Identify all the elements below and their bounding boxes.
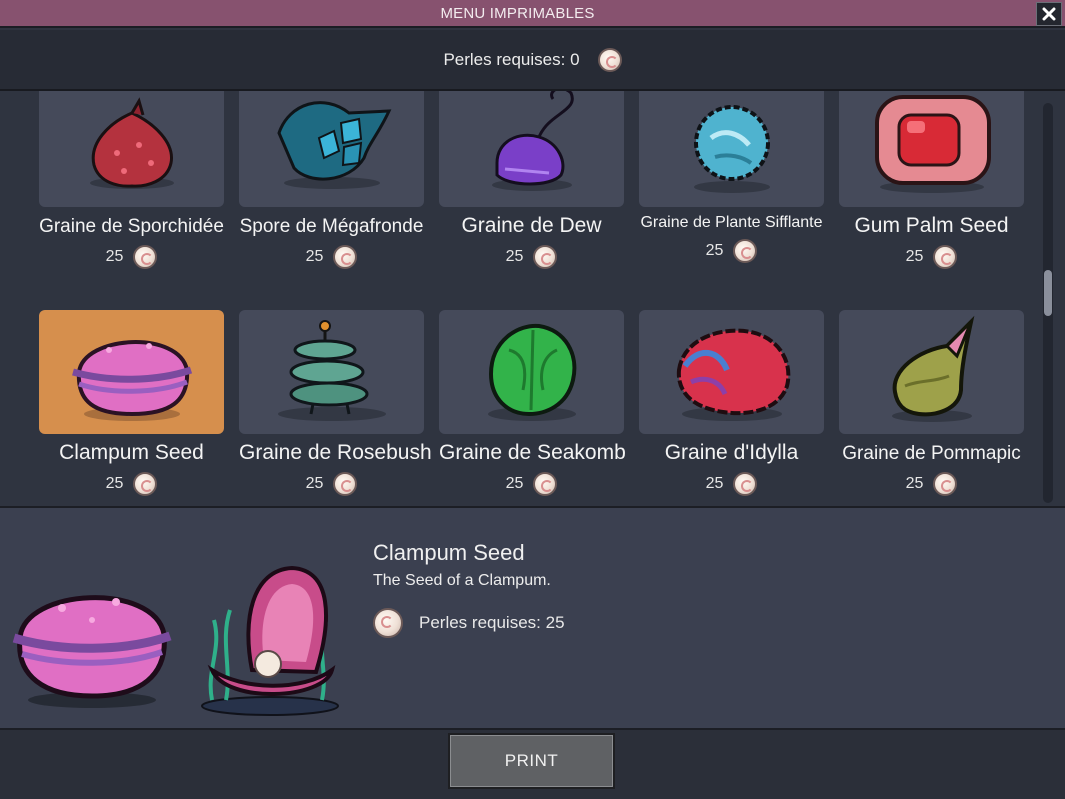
item-name: Gum Palm Seed	[854, 214, 1009, 237]
item-name: Graine de Sporchidée	[39, 216, 224, 237]
purple-dew-seed-icon	[492, 91, 574, 191]
pearls-required-label: Perles requises: 0	[443, 49, 580, 69]
close-button[interactable]	[1036, 2, 1062, 26]
details-cost: Perles requises: 25	[373, 608, 565, 638]
details-cost-label: Perles requises: 25	[419, 613, 565, 632]
pearl-icon	[373, 608, 403, 638]
item-name: Clampum Seed	[59, 441, 204, 464]
item-card[interactable]: Gum Palm Seed 25	[839, 91, 1024, 269]
item-cost-value: 25	[705, 475, 724, 492]
item-cost: 25	[239, 245, 424, 269]
details-item-description: The Seed of a Clampum.	[373, 572, 551, 589]
pearl-icon	[733, 472, 758, 496]
item-card[interactable]: Graine d'Idylla 25	[639, 310, 824, 496]
item-cost-value: 25	[905, 248, 924, 265]
pearl-icon	[133, 245, 158, 269]
item-tile[interactable]	[439, 91, 624, 207]
item-cost-value: 25	[505, 475, 524, 492]
item-tile[interactable]	[39, 310, 224, 434]
red-coral-seed-icon	[676, 328, 791, 421]
item-name: Graine de Plante Sifflante	[640, 214, 823, 231]
item-cost: 25	[439, 472, 624, 496]
pearl-icon	[533, 472, 558, 496]
item-cost-value: 25	[105, 475, 124, 492]
item-cost-value: 25	[305, 248, 324, 265]
pearl-icon	[933, 245, 958, 269]
window-title: MENU IMPRIMABLES	[440, 5, 595, 22]
item-name: Graine de Dew	[461, 214, 602, 237]
item-cost-value: 25	[505, 248, 524, 265]
pearl-icon	[133, 472, 158, 496]
item-card[interactable]: Graine de Seakomb 25	[439, 310, 626, 496]
blue-fuzzy-seed-icon	[694, 105, 770, 193]
pearl-icon	[933, 472, 958, 496]
pearl-icon	[533, 245, 558, 269]
red-cube-seed-icon	[875, 95, 991, 193]
item-tile[interactable]	[639, 310, 824, 434]
green-stacked-seed-icon	[278, 320, 386, 421]
pearl-icon	[733, 239, 758, 263]
item-cost-value: 25	[105, 248, 124, 265]
footer: PRINT	[0, 730, 1065, 799]
item-tile[interactable]	[639, 91, 824, 207]
pink-clam-seed-icon	[12, 595, 172, 708]
item-cost: 25	[439, 245, 624, 269]
item-card[interactable]: Graine de Rosebush 25	[239, 310, 432, 496]
blue-crystal-spore-icon	[277, 101, 392, 189]
print-button[interactable]: PRINT	[448, 733, 615, 789]
item-cost-value: 25	[305, 475, 324, 492]
item-cost-value: 25	[705, 242, 724, 259]
item-card[interactable]: Clampum Seed 25	[39, 310, 224, 496]
olive-horn-seed-icon	[892, 315, 975, 422]
clampum-plant-icon	[201, 565, 339, 716]
item-tile[interactable]	[839, 91, 1024, 207]
pink-clam-seed-icon	[72, 340, 193, 421]
item-card[interactable]: Graine de Dew 25	[439, 91, 624, 269]
item-name: Graine d'Idylla	[664, 441, 799, 464]
item-card[interactable]: Spore de Mégafronde 25	[239, 91, 424, 269]
close-icon	[1042, 7, 1056, 21]
item-cost: 25	[639, 472, 824, 496]
item-card[interactable]: Graine de Sporchidée 25	[39, 91, 224, 269]
details-item-name: Clampum Seed	[373, 540, 525, 565]
item-name: Graine de Rosebush	[239, 441, 432, 464]
item-cost: 25	[639, 239, 824, 263]
pearl-icon	[597, 47, 622, 72]
pearl-icon	[333, 472, 358, 496]
grid-scrollbar[interactable]	[1043, 103, 1053, 503]
item-cost: 25	[239, 472, 424, 496]
item-name: Graine de Pommapic	[842, 443, 1021, 464]
item-cost: 25	[39, 472, 224, 496]
item-cost-value: 25	[905, 475, 924, 492]
item-cost: 25	[839, 245, 1024, 269]
green-sprout-seed-icon	[488, 323, 577, 421]
scrollbar-thumb[interactable]	[1044, 270, 1052, 316]
details-panel: Clampum Seed The Seed of a Clampum. Perl…	[0, 506, 1065, 730]
item-cost: 25	[39, 245, 224, 269]
item-tile[interactable]	[239, 91, 424, 207]
red-bulb-seed-icon	[90, 97, 174, 189]
item-card[interactable]: Graine de Plante Sifflante 25	[639, 91, 824, 263]
item-tile[interactable]	[439, 310, 624, 434]
item-name: Graine de Seakomb	[439, 441, 626, 464]
blueprint-grid: Graine de Sporchidée 25 Spore de Mégafro…	[0, 91, 1065, 506]
item-card[interactable]: Graine de Pommapic 25	[839, 310, 1024, 496]
pearls-required-header: Perles requises: 0	[0, 30, 1065, 91]
item-name: Spore de Mégafronde	[239, 216, 424, 237]
item-tile[interactable]	[839, 310, 1024, 434]
item-tile[interactable]	[39, 91, 224, 207]
pearl-icon	[333, 245, 358, 269]
title-bar: MENU IMPRIMABLES	[0, 0, 1065, 28]
item-cost: 25	[839, 472, 1024, 496]
item-tile[interactable]	[239, 310, 424, 434]
